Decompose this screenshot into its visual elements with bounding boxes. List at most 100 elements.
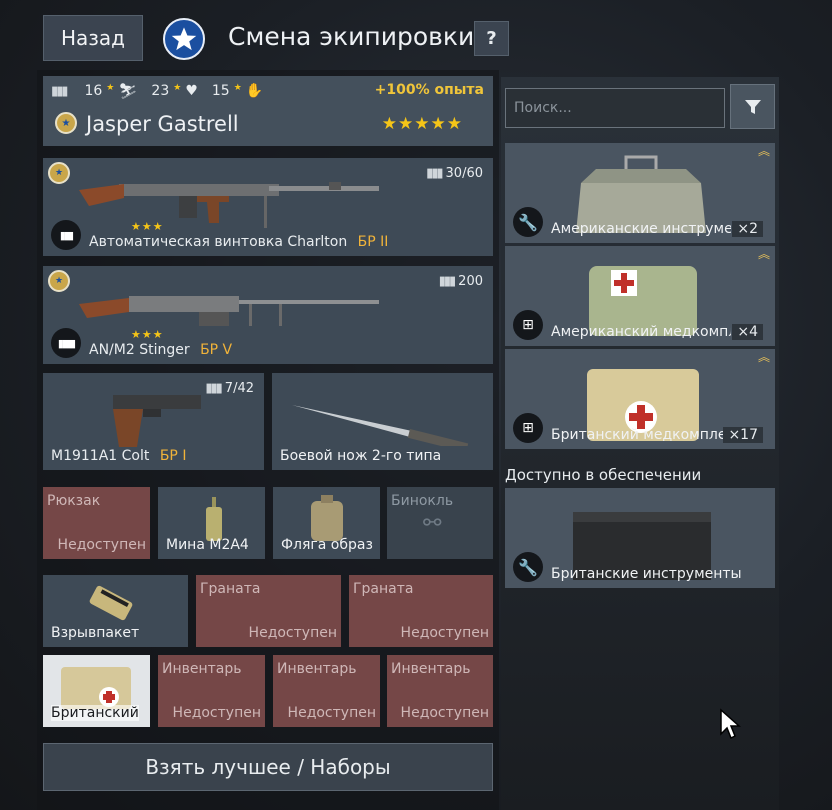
rank-chevron-icon: ︽ — [757, 144, 770, 158]
explosive-image — [89, 585, 133, 621]
slot-status: Недоступен — [400, 705, 489, 721]
soldier-rating-stars: ★★★★★ — [381, 114, 463, 134]
slot-status: Недоступен — [57, 537, 146, 553]
exp-bonus: +100% опыта — [374, 82, 484, 98]
inventory-slot[interactable]: Инвентарь Недоступен — [387, 655, 493, 727]
inventory-item[interactable]: ︽ ⊞ Американский медкомплект ×4 — [505, 246, 775, 346]
ammo-icon: ▮▮▮ — [438, 274, 457, 289]
rifle-image — [79, 182, 379, 228]
supply-item[interactable]: 🔧 Британские инструменты — [505, 488, 775, 588]
mine-slot[interactable]: Мина М2А4 — [158, 487, 265, 559]
soldier-name: Jasper Gastrell — [86, 112, 239, 136]
weapon-stars: ★★★ — [131, 328, 164, 341]
mouse-cursor-icon — [720, 708, 741, 740]
inventory-slot-medkit[interactable]: Британский — [43, 655, 150, 727]
ammo-type-icon: ▮▮▮ — [51, 220, 81, 250]
help-button[interactable]: ? — [474, 21, 509, 56]
battle-rating: БР V — [200, 342, 233, 358]
melee-slot[interactable]: Боевой нож 2-го типа — [272, 373, 493, 470]
wrench-icon: 🔧 — [513, 552, 543, 582]
stat-star-icon: ★ — [106, 83, 115, 93]
stat-value: 23 — [151, 83, 170, 99]
health-icon: ♥ — [185, 83, 198, 99]
inventory-slot[interactable]: Инвентарь Недоступен — [158, 655, 265, 727]
inventory-slot[interactable]: Инвентарь Недоступен — [273, 655, 380, 727]
machinegun-image — [79, 296, 379, 326]
weapon-label: M1911A1 Colt БР I — [51, 448, 186, 464]
stat-star-icon: ★ — [173, 83, 182, 93]
soldier-card[interactable]: ▮▮▮ 16 ★ ⛷ 23 ★ ♥ 15 ★ ✋ +100% опыта ★ J… — [43, 76, 493, 146]
canteen-image — [311, 495, 343, 541]
item-name: Британские инструменты — [551, 566, 742, 582]
stat-group: ▮▮▮ 16 ★ ⛷ 23 ★ ♥ 15 ★ ✋ — [51, 82, 263, 100]
mine-image — [206, 497, 222, 541]
ammo-icon: ▮▮▮ — [426, 166, 444, 181]
weapon-name: Боевой нож 2-го типа — [280, 448, 442, 464]
stat-star-icon: ★ — [233, 83, 242, 93]
backpack-slot[interactable]: Рюкзак Недоступен — [43, 487, 150, 559]
medkit-bag-image — [61, 667, 131, 709]
battle-rating: БР II — [357, 234, 389, 250]
reload-icon: ✋ — [245, 83, 264, 99]
filter-button[interactable] — [730, 84, 775, 129]
binoculars-slot[interactable]: Бинокль ⚯ — [387, 487, 493, 559]
canteen-slot[interactable]: Фляга образ — [273, 487, 380, 559]
medal-icon: ★ — [48, 270, 70, 292]
stat-value: 16 — [84, 83, 103, 99]
stamina-icon: ⛷ — [118, 82, 138, 100]
pistol-image — [113, 395, 201, 447]
slot-title: Бинокль — [391, 493, 454, 509]
inventory-item[interactable]: ︽ 🔧 Американские инструменты ×2 — [505, 143, 775, 243]
slot-title: Инвентарь — [391, 661, 471, 677]
ammo-counter: ▮▮▮ 30/60 — [426, 166, 483, 181]
medal-icon: ★ — [48, 162, 70, 184]
weapon-name: Автоматическая винтовка Charlton — [89, 234, 348, 250]
ammo-value: 30/60 — [445, 166, 483, 181]
secondary-weapon-slot[interactable]: ★ ▮▮▮ 200 ▮▮▮▮ ★★★ AN/M2 Stinger БР V — [43, 266, 493, 364]
grenade-slot[interactable]: Граната Недоступен — [196, 575, 341, 647]
slot-label: Мина М2А4 — [166, 537, 249, 553]
weapon-name: M1911A1 Colt — [51, 448, 150, 464]
slot-label: Фляга образ — [281, 537, 373, 553]
rank-medal-icon: ★ — [55, 112, 77, 134]
knife-image — [292, 405, 469, 446]
item-count: ×4 — [732, 324, 763, 340]
pistol-slot[interactable]: ▮▮▮ 7/42 M1911A1 Colt БР I — [43, 373, 264, 470]
weapon-name: AN/M2 Stinger — [89, 342, 190, 358]
rank-chevron-icon: ︽ — [757, 350, 770, 364]
weapon-label: Автоматическая винтовка Charlton БР II — [89, 234, 388, 250]
binoculars-icon: ⚯ — [423, 511, 442, 536]
ammo-counter: ▮▮▮ 7/42 — [205, 381, 254, 396]
item-name: Американские инструменты — [551, 221, 731, 237]
ammo-icon: ▮▮▮ — [205, 381, 223, 396]
slot-title: Инвентарь — [162, 661, 242, 677]
search-input[interactable]: Поиск... — [505, 88, 725, 128]
wrench-icon: 🔧 — [513, 207, 543, 237]
slot-title: Рюкзак — [47, 493, 101, 509]
slot-status: Недоступен — [287, 705, 376, 721]
slot-title: Граната — [200, 581, 261, 597]
primary-weapon-slot[interactable]: ★ ▮▮▮ 30/60 ▮▮▮ ★★★ Автоматическая винто… — [43, 158, 493, 256]
slot-title: Граната — [353, 581, 414, 597]
rank-chevron-icon: ︽ — [757, 247, 770, 261]
back-button[interactable]: Назад — [43, 15, 143, 61]
slot-status: Недоступен — [400, 625, 489, 641]
stat-value: 15 — [211, 83, 230, 99]
slot-status: Недоступен — [172, 705, 261, 721]
medkit-icon: ⊞ — [513, 413, 543, 443]
slot-status: Недоступен — [248, 625, 337, 641]
page-title: Смена экипировки — [228, 22, 475, 51]
ammo-type-icon: ▮▮▮▮ — [51, 328, 81, 358]
ammo-value: 7/42 — [224, 381, 254, 396]
explosive-slot[interactable]: Взрывпакет — [43, 575, 188, 647]
slot-label: Взрывпакет — [51, 625, 140, 641]
supply-section-label: Доступно в обеспечении — [505, 466, 702, 484]
slot-title: Инвентарь — [277, 661, 357, 677]
ammo-counter: ▮▮▮ 200 — [439, 274, 483, 289]
ammo-value: 200 — [458, 274, 483, 289]
weapon-label: AN/M2 Stinger БР V — [89, 342, 232, 358]
grenade-slot[interactable]: Граната Недоступен — [349, 575, 493, 647]
take-best-button[interactable]: Взять лучшее / Наборы — [43, 743, 493, 791]
inventory-item[interactable]: ︽ ⊞ Британский медкомплект ×17 — [505, 349, 775, 449]
ammo-stat-icon: ▮▮▮ — [51, 83, 69, 99]
